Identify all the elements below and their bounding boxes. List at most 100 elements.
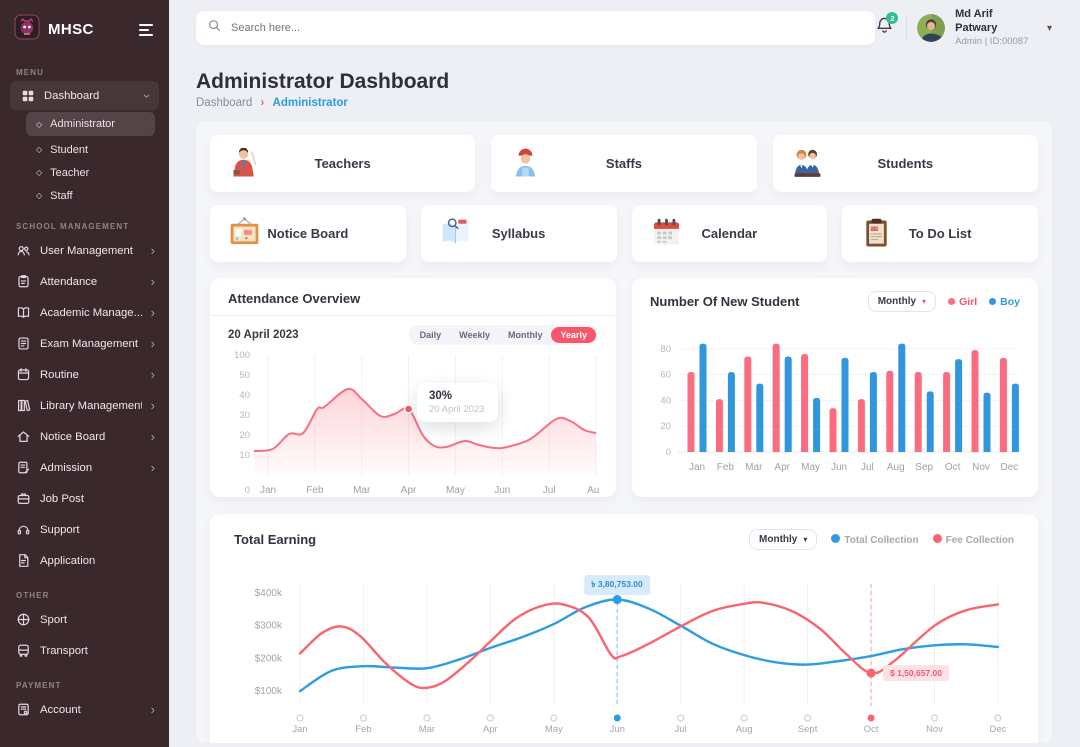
shortcut-card-label: Notice Board	[267, 226, 348, 241]
user-menu-chevron-icon[interactable]: ▾	[1047, 23, 1052, 34]
sidebar-item-attendance[interactable]: Attendance›	[0, 266, 169, 297]
shortcut-card-calendar[interactable]: Calendar	[632, 205, 828, 262]
svg-text:40: 40	[660, 395, 671, 406]
boy-legend-dot	[989, 298, 996, 305]
svg-text:May: May	[446, 485, 465, 496]
shortcut-card-notice-board[interactable]: Notice Board	[210, 205, 406, 262]
transport-icon	[16, 643, 31, 658]
svg-text:Mar: Mar	[353, 485, 371, 496]
total-collection-legend-label: Total Collection	[844, 535, 918, 546]
shortcut-card-to-do-list[interactable]: TO DOTo Do List	[842, 205, 1038, 262]
total-earning-legend: Total Collection Fee Collection	[831, 534, 1014, 546]
shortcut-card-label: Teachers	[315, 156, 371, 171]
sidebar-subitem-student[interactable]: ◇Student	[0, 138, 169, 161]
notice-board-icon	[16, 429, 31, 444]
sidebar-item-notice-board[interactable]: Notice Board›	[0, 421, 169, 452]
sidebar-item-job-post[interactable]: Job Post	[0, 483, 169, 514]
routine-icon	[16, 367, 31, 382]
diamond-bullet-icon: ◇	[36, 120, 42, 129]
users-icon	[16, 243, 31, 258]
breadcrumb: Dashboard › Administrator	[196, 97, 1052, 109]
chevron-right-icon: ›	[151, 463, 155, 473]
admission-icon	[16, 460, 31, 475]
svg-text:Jan: Jan	[689, 462, 705, 473]
new-students-chart-svg: 020406080JanFebMarAprMayJunJulAugSepOctN…	[650, 326, 1021, 476]
svg-text:20: 20	[239, 430, 250, 441]
sidebar-subitem-administrator[interactable]: ◇Administrator	[26, 112, 155, 136]
chevron-right-icon: ›	[151, 339, 155, 349]
search-input[interactable]	[229, 21, 863, 35]
svg-text:Jul: Jul	[675, 724, 687, 735]
fee-collection-legend-dot	[933, 534, 942, 543]
user-info[interactable]: Md Arif Patwary Admin | ID:00087	[955, 8, 1037, 47]
svg-text:Nov: Nov	[926, 724, 943, 735]
breadcrumb-dashboard[interactable]: Dashboard	[196, 97, 252, 109]
students-illustration	[789, 145, 826, 182]
sidebar-item-support[interactable]: Support	[0, 514, 169, 545]
teacher-illustration	[226, 145, 263, 182]
shortcut-cards-row1: Teachers Staffs Students	[210, 135, 1038, 192]
svg-text:Jun: Jun	[610, 724, 625, 735]
dashboard-panel: Teachers Staffs Students Notice Board Sylla…	[196, 121, 1052, 743]
sidebar-item-transport[interactable]: Transport	[0, 635, 169, 666]
tab-monthly[interactable]: Monthly	[499, 327, 552, 343]
notification-badge: 2	[886, 12, 898, 24]
chevron-right-icon: ›	[151, 308, 155, 318]
tab-yearly[interactable]: Yearly	[551, 327, 596, 343]
svg-text:Jan: Jan	[260, 485, 276, 496]
diamond-bullet-icon: ◇	[36, 191, 42, 200]
user-avatar[interactable]	[917, 14, 945, 42]
attendance-icon	[16, 274, 31, 289]
brand-name: MHSC	[48, 21, 129, 38]
sidebar-item-dashboard[interactable]: Dashboard›	[10, 81, 159, 110]
sidebar-item-application[interactable]: Application	[0, 545, 169, 576]
todolist-illustration: TO DO	[858, 215, 895, 252]
sidebar-section-label-payment: PAYMENT	[16, 681, 153, 690]
sidebar-item-sport[interactable]: Sport	[0, 604, 169, 635]
shortcut-card-teachers[interactable]: Teachers	[210, 135, 475, 192]
svg-text:20: 20	[660, 421, 671, 432]
total-earning-filter-select[interactable]: Monthly▾	[749, 529, 817, 550]
svg-text:Apr: Apr	[483, 724, 498, 735]
svg-text:$300k: $300k	[255, 621, 283, 632]
svg-text:Apr: Apr	[774, 462, 790, 473]
svg-text:TO DO: TO DO	[870, 227, 880, 231]
search-bar[interactable]	[196, 11, 875, 45]
svg-text:Jul: Jul	[543, 485, 556, 496]
sidebar-item-routine[interactable]: Routine›	[0, 359, 169, 390]
girl-legend-label: Girl	[959, 296, 977, 308]
tab-daily[interactable]: Daily	[411, 327, 451, 343]
new-students-filter-select[interactable]: Monthly▾	[868, 291, 936, 312]
sidebar-section-label-other: OTHER	[16, 591, 153, 600]
sidebar-item-admission[interactable]: Admission›	[0, 452, 169, 483]
calendar-illustration	[648, 215, 685, 252]
sidebar-toggle-icon[interactable]	[137, 19, 155, 41]
library-icon	[16, 398, 31, 413]
svg-text:Oct: Oct	[945, 462, 961, 473]
svg-text:Mar: Mar	[745, 462, 763, 473]
attendance-overview-card: Attendance Overview 20 April 2023 DailyW…	[210, 278, 616, 497]
breadcrumb-current: Administrator	[273, 97, 348, 109]
attendance-chart: JanFebMarAprMayJunJulAug01020304050100 3…	[228, 349, 598, 497]
svg-text:80: 80	[660, 344, 671, 355]
svg-text:Jun: Jun	[831, 462, 847, 473]
svg-text:0: 0	[666, 447, 671, 458]
tooltip-date: 20 April 2023	[429, 404, 484, 415]
shortcut-card-students[interactable]: Students	[773, 135, 1038, 192]
shortcut-card-staffs[interactable]: Staffs	[491, 135, 756, 192]
sidebar-item-user-management[interactable]: User Management›	[0, 235, 169, 266]
attendance-title: Attendance Overview	[228, 291, 598, 306]
svg-text:May: May	[801, 462, 820, 473]
tab-weekly[interactable]: Weekly	[450, 327, 499, 343]
sidebar-item-account[interactable]: Account›	[0, 694, 169, 725]
syllabus-illustration	[437, 215, 474, 252]
sidebar-item-academic-manage[interactable]: Academic Manage...›	[0, 297, 169, 328]
notification-bell-icon[interactable]: 2	[875, 16, 894, 40]
sidebar-subitem-teacher[interactable]: ◇Teacher	[0, 161, 169, 184]
sidebar-item-library-management[interactable]: Library Management›	[0, 390, 169, 421]
sidebar-item-exam-management[interactable]: Exam Management›	[0, 328, 169, 359]
shortcut-card-syllabus[interactable]: Syllabus	[421, 205, 617, 262]
shortcut-card-label: Students	[878, 156, 934, 171]
fee-collection-legend-label: Fee Collection	[946, 535, 1014, 546]
sidebar-subitem-staff[interactable]: ◇Staff	[0, 184, 169, 207]
